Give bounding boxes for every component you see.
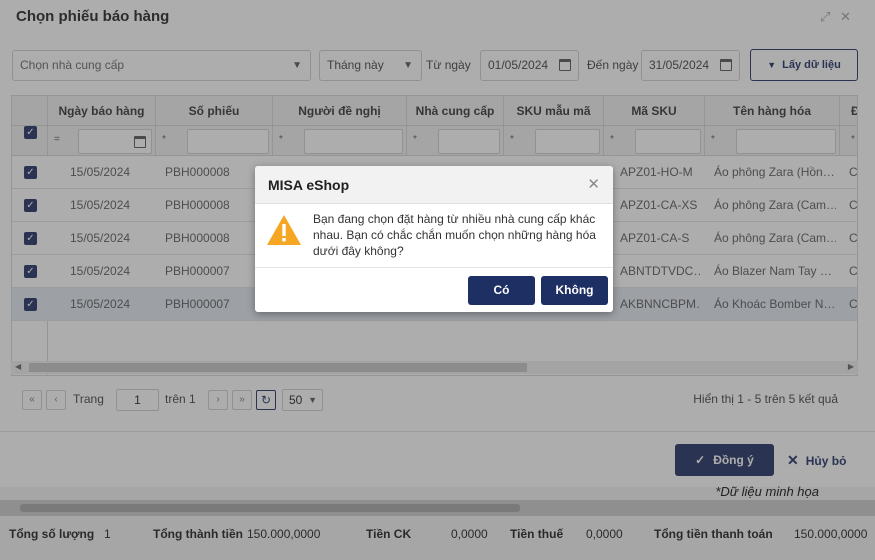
total-qty-label: Tổng số lượng <box>9 527 95 541</box>
no-button[interactable]: Không <box>541 276 608 305</box>
dialog-title: MISA eShop <box>268 177 350 193</box>
total-payment-value: 150.000,0000 <box>794 527 868 541</box>
confirm-dialog: MISA eShop ✕ Bạn đang chọn đặt hàng từ n… <box>255 166 613 312</box>
total-qty-value: 1 <box>104 527 111 541</box>
discount-label: Tiền CK <box>366 527 412 541</box>
dialog-header: MISA eShop ✕ <box>255 166 613 204</box>
total-amount-label: Tổng thành tiền <box>153 527 243 541</box>
background-scrollbar <box>0 500 875 516</box>
warning-icon <box>266 214 302 249</box>
summary-bar: Tổng số lượng 1 Tổng thành tiền 150.000,… <box>0 520 875 549</box>
total-payment-label: Tổng tiền thanh toán <box>654 527 773 541</box>
dialog-message: Bạn đang chọn đặt hàng từ nhiều nhà cung… <box>313 212 596 258</box>
discount-value: 0,0000 <box>451 527 488 541</box>
tax-label: Tiền thuế <box>510 527 564 541</box>
total-amount-value: 150.000,0000 <box>247 527 321 541</box>
close-icon[interactable]: ✕ <box>587 175 600 193</box>
tax-value: 0,0000 <box>586 527 623 541</box>
dialog-footer-divider <box>255 267 613 268</box>
yes-button[interactable]: Có <box>468 276 535 305</box>
